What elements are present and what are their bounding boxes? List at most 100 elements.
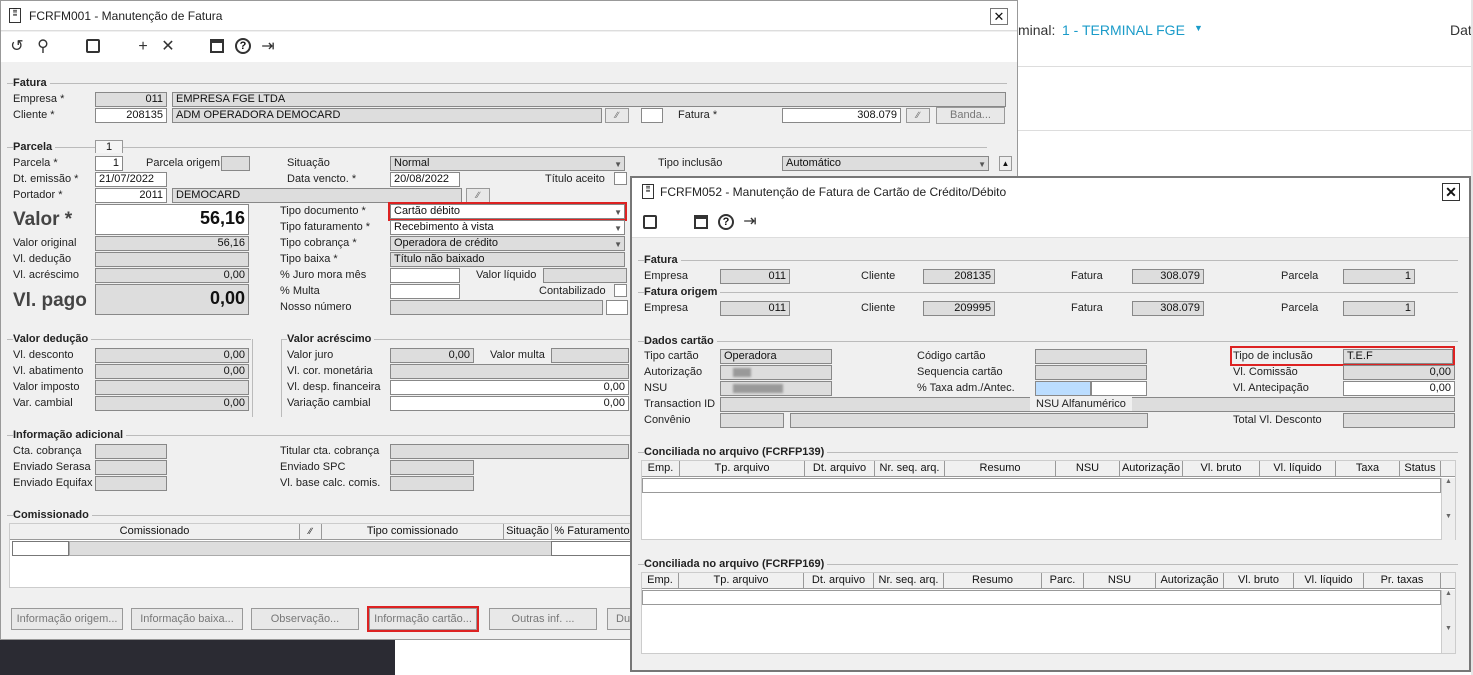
close-icon[interactable]: ✕ bbox=[990, 8, 1008, 25]
search-icon[interactable]: ⚲ bbox=[33, 38, 53, 56]
cliente-zoom-button[interactable]: ∕∕ bbox=[605, 108, 629, 123]
col-nsu[interactable]: NSU bbox=[1056, 461, 1120, 476]
grid-scrollbar[interactable]: ▲ ▼ bbox=[1441, 478, 1455, 540]
outras-inf-button[interactable]: Outras inf. ... bbox=[489, 608, 597, 630]
titulo-aceito-checkbox[interactable] bbox=[614, 172, 627, 185]
variacao-cambial-label: Variação cambial bbox=[287, 397, 371, 409]
exit-icon[interactable]: ⇥ bbox=[740, 213, 760, 231]
col-resumo[interactable]: Resumo bbox=[944, 573, 1042, 588]
situacao-select[interactable]: Normal ▼ bbox=[390, 156, 625, 171]
close-icon[interactable]: ✕ bbox=[1442, 183, 1460, 201]
contabilizado-checkbox[interactable] bbox=[614, 284, 627, 297]
du-button[interactable]: Du bbox=[607, 608, 631, 630]
col-zoom[interactable]: ∕∕ bbox=[300, 524, 322, 539]
taxa-adm-field[interactable] bbox=[1035, 381, 1091, 396]
valor-field[interactable]: 56,16 bbox=[95, 204, 249, 235]
undo-icon[interactable]: ↺ bbox=[7, 38, 27, 56]
parcela-field[interactable]: 1 bbox=[95, 156, 123, 171]
col-nsu[interactable]: NSU bbox=[1084, 573, 1156, 588]
col-autorizacao[interactable]: Autorização bbox=[1120, 461, 1183, 476]
col-vl-bruto[interactable]: Vl. bruto bbox=[1224, 573, 1294, 588]
valor-juro-label: Valor juro bbox=[287, 349, 334, 361]
taxa-antec-field[interactable] bbox=[1091, 381, 1147, 396]
col-situacao[interactable]: Situação bbox=[504, 524, 552, 539]
cliente-field[interactable]: 208135 bbox=[95, 108, 167, 123]
grid-scrollbar[interactable]: ▲ ▼ bbox=[1441, 590, 1455, 653]
add-icon[interactable]: + bbox=[133, 38, 153, 56]
variacao-cambial-field[interactable]: 0,00 bbox=[390, 396, 629, 411]
table-row[interactable] bbox=[642, 478, 1441, 493]
col-nr-seq[interactable]: Nr. seq. arq. bbox=[875, 461, 945, 476]
col-pr-taxas[interactable]: Pr. taxas bbox=[1364, 573, 1441, 588]
vl-acrescimo-label: Vl. acréscimo bbox=[13, 269, 80, 281]
col-comissionado[interactable]: Comissionado bbox=[10, 524, 300, 539]
help-icon[interactable]: ? bbox=[235, 38, 251, 54]
col-autorizacao[interactable]: Autorização bbox=[1156, 573, 1224, 588]
terminal-select[interactable]: 1 - TERMINAL FGE bbox=[1062, 21, 1185, 39]
informacao-cartao-button[interactable]: Informação cartão... bbox=[367, 606, 479, 632]
informacao-origem-button[interactable]: Informação origem... bbox=[11, 608, 123, 630]
col-resumo[interactable]: Resumo bbox=[945, 461, 1056, 476]
help-icon[interactable]: ? bbox=[718, 214, 734, 230]
banda-button[interactable]: Banda... bbox=[936, 107, 1005, 124]
scroll-up-button[interactable]: ▲ bbox=[999, 156, 1012, 171]
col-vl-bruto[interactable]: Vl. bruto bbox=[1183, 461, 1260, 476]
situacao-value: Normal bbox=[394, 157, 430, 169]
vl-antecipacao-field[interactable]: 0,00 bbox=[1343, 381, 1455, 396]
save-icon[interactable] bbox=[643, 215, 657, 229]
multa-field[interactable] bbox=[390, 284, 460, 299]
table-row[interactable] bbox=[551, 541, 631, 556]
tab-parcela-1[interactable]: 1 bbox=[95, 140, 123, 153]
table-row[interactable] bbox=[12, 541, 69, 556]
calendar-icon[interactable] bbox=[210, 39, 224, 53]
col-taxa[interactable]: Taxa bbox=[1336, 461, 1400, 476]
col-nr-seq[interactable]: Nr. seq. arq. bbox=[874, 573, 944, 588]
juro-mora-field[interactable] bbox=[390, 268, 460, 283]
empresa-label: Empresa bbox=[644, 270, 689, 282]
col-faturamento[interactable]: % Faturamento bbox=[552, 524, 632, 539]
dt-emissao-field[interactable]: 21/07/2022 bbox=[95, 172, 167, 187]
col-dt-arquivo[interactable]: Dt. arquivo bbox=[805, 461, 875, 476]
delete-icon[interactable]: ✕ bbox=[158, 38, 178, 56]
comissionado-grid: Comissionado ∕∕ Tipo comissionado Situaç… bbox=[9, 523, 632, 588]
col-emp[interactable]: Emp. bbox=[642, 573, 679, 588]
save-icon[interactable] bbox=[86, 39, 100, 53]
vl-pago-field: 0,00 bbox=[95, 284, 249, 315]
tipo-documento-select[interactable]: Cartão débito ▼ bbox=[388, 202, 627, 221]
portador-zoom-button[interactable]: ∕∕ bbox=[466, 188, 490, 203]
vl-desconto-label: Vl. desconto bbox=[13, 349, 74, 361]
tipo-cobranca-select[interactable]: Operadora de crédito ▼ bbox=[390, 236, 625, 251]
tipo-cartao-label: Tipo cartão bbox=[644, 350, 699, 362]
exit-icon[interactable]: ⇥ bbox=[258, 38, 278, 56]
col-tp-arquivo[interactable]: Tp. arquivo bbox=[680, 461, 805, 476]
desp-financeira-field[interactable]: 0,00 bbox=[390, 380, 629, 395]
titular-cta-field bbox=[390, 444, 629, 459]
codigo-cartao-field bbox=[1035, 349, 1147, 364]
col-vl-liquido[interactable]: Vl. líquido bbox=[1260, 461, 1336, 476]
col-vl-liquido[interactable]: Vl. líquido bbox=[1294, 573, 1364, 588]
vl-acrescimo-field: 0,00 bbox=[95, 268, 249, 283]
nosso-numero-extra-field[interactable] bbox=[606, 300, 628, 315]
valor-multa-label: Valor multa bbox=[490, 349, 545, 361]
col-emp[interactable]: Emp. bbox=[642, 461, 680, 476]
data-vencto-field[interactable]: 20/08/2022 bbox=[390, 172, 460, 187]
col-parc[interactable]: Parc. bbox=[1042, 573, 1084, 588]
tipo-faturamento-select[interactable]: Recebimento à vista ▼ bbox=[390, 220, 625, 235]
col-dt-arquivo[interactable]: Dt. arquivo bbox=[804, 573, 874, 588]
fatura-zoom-button[interactable]: ∕∕ bbox=[906, 108, 930, 123]
informacao-baixa-button[interactable]: Informação baixa... bbox=[131, 608, 243, 630]
col-tipo-comissionado[interactable]: Tipo comissionado bbox=[322, 524, 504, 539]
calendar-icon[interactable] bbox=[694, 215, 708, 229]
col-status[interactable]: Status bbox=[1400, 461, 1441, 476]
grid-header: Emp. Tp. arquivo Dt. arquivo Nr. seq. ar… bbox=[642, 461, 1455, 477]
fatura-field[interactable]: 308.079 bbox=[782, 108, 901, 123]
titulo-aceito-label: Título aceito bbox=[545, 173, 605, 185]
portador-field[interactable]: 2011 bbox=[95, 188, 167, 203]
table-row[interactable] bbox=[642, 590, 1441, 605]
section-parcela: Parcela bbox=[13, 140, 56, 154]
section-fatura: Fatura bbox=[644, 253, 681, 267]
col-tp-arquivo[interactable]: Tp. arquivo bbox=[679, 573, 804, 588]
observacao-button[interactable]: Observação... bbox=[251, 608, 359, 630]
cliente-extra-field[interactable] bbox=[641, 108, 663, 123]
tipo-inclusao-select[interactable]: Automático ▼ bbox=[782, 156, 989, 171]
